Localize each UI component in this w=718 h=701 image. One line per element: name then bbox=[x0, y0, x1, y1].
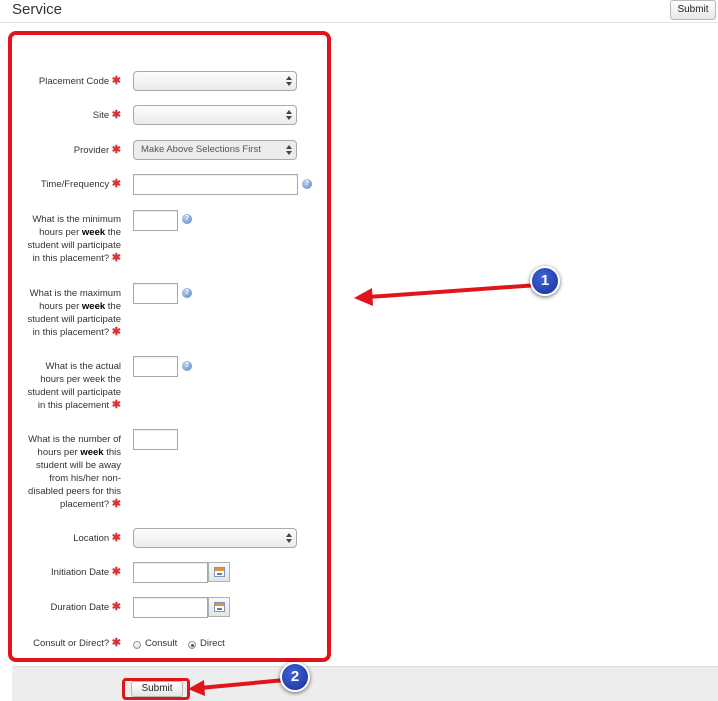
annotation-arrows bbox=[188, 283, 540, 696]
arrow-2 bbox=[188, 678, 287, 696]
callout-1-badge: 1 bbox=[530, 266, 560, 296]
arrow-1 bbox=[354, 283, 540, 306]
callout-2-badge: 2 bbox=[280, 662, 310, 692]
